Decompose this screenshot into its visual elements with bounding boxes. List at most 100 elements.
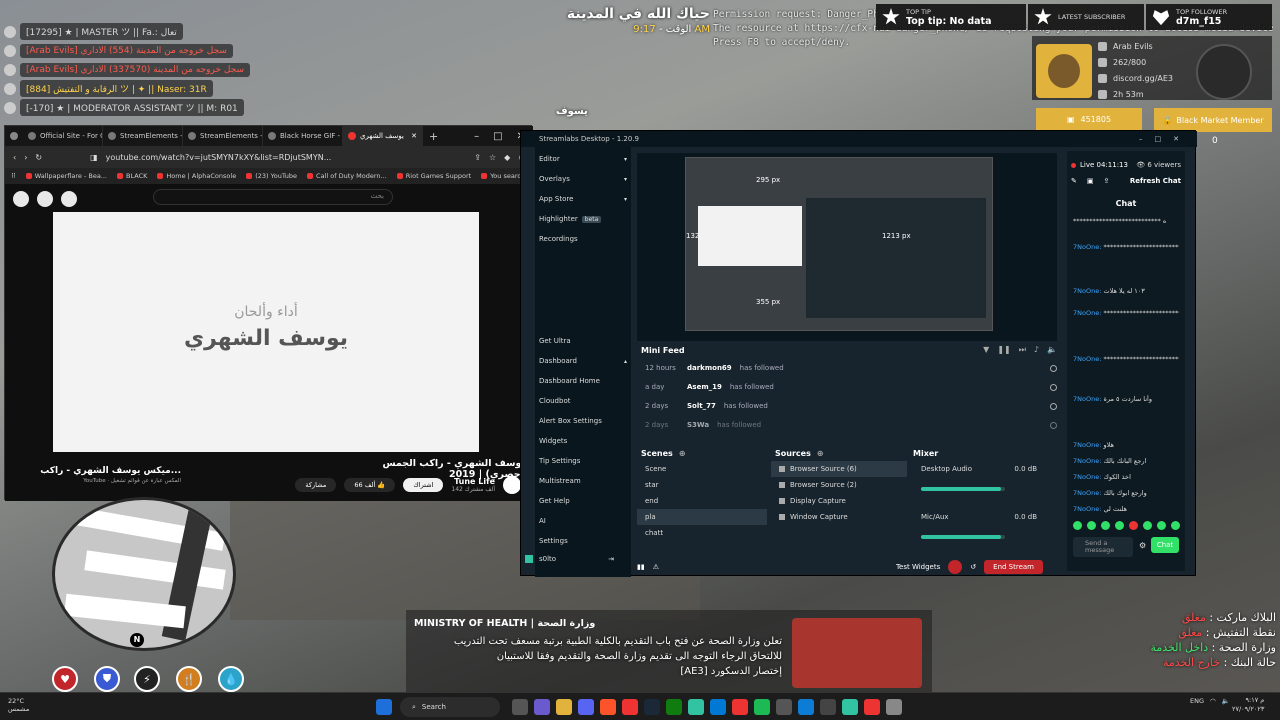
youtube-search-input[interactable]: بحث: [153, 189, 393, 205]
xbox-icon[interactable]: [666, 699, 682, 715]
nav-highlighter[interactable]: Highlighter beta: [539, 215, 627, 223]
emote-icon[interactable]: [1157, 521, 1166, 530]
add-scene-icon[interactable]: ⊕: [679, 449, 686, 458]
pause-icon[interactable]: ❚❚: [997, 345, 1010, 355]
file-explorer-icon[interactable]: [556, 699, 572, 715]
bookmark-item[interactable]: Wallpaperflare - Bea...: [25, 172, 107, 180]
source-item[interactable]: Window Capture: [771, 509, 907, 525]
new-tab-button[interactable]: +: [423, 130, 444, 143]
volume-icon[interactable]: 🔈: [1047, 345, 1057, 355]
emote-icon[interactable]: [1171, 521, 1180, 530]
add-source-icon[interactable]: ⊕: [817, 449, 824, 458]
emote-icon[interactable]: [1087, 521, 1096, 530]
nav-widgets[interactable]: Widgets: [539, 437, 627, 445]
nav-tip-settings[interactable]: Tip Settings: [539, 457, 627, 465]
emote-icon[interactable]: [1115, 521, 1124, 530]
source-item[interactable]: Display Capture: [771, 493, 907, 509]
app-icon[interactable]: [864, 699, 880, 715]
wifi-icon[interactable]: ◠: [1210, 697, 1216, 705]
minimize-icon[interactable]: –: [1139, 135, 1143, 143]
alert-icon[interactable]: ⚠: [653, 563, 659, 571]
nav-settings[interactable]: Settings: [539, 537, 627, 545]
nav-get-help[interactable]: Get Help: [539, 497, 627, 505]
popout-icon[interactable]: ▣: [1087, 177, 1094, 185]
emote-icon[interactable]: [1073, 521, 1082, 530]
bookmark-item[interactable]: Call of Duty Modern...: [307, 172, 387, 180]
start-icon[interactable]: [376, 699, 392, 715]
logout-icon[interactable]: ⇥: [608, 555, 614, 563]
back-icon[interactable]: ‹: [13, 153, 16, 162]
subscribe-button[interactable]: اشتراك: [403, 478, 444, 492]
streamlabs-icon[interactable]: [842, 699, 858, 715]
chat-send-button[interactable]: Chat: [1151, 537, 1179, 553]
tab-menu-icon[interactable]: [5, 132, 23, 140]
taskbar-search[interactable]: ⌕ Search: [400, 697, 500, 717]
volume-slider[interactable]: [921, 535, 1005, 539]
scene-item[interactable]: star: [637, 477, 767, 493]
share-icon[interactable]: ⇪: [1104, 177, 1110, 185]
app-icon[interactable]: [688, 699, 704, 715]
replay-buffer-icon[interactable]: ↺: [970, 563, 976, 571]
display-capture-preview[interactable]: [806, 198, 986, 318]
forward-icon[interactable]: ›: [24, 153, 27, 162]
maximize-icon[interactable]: □: [493, 131, 502, 142]
steam-icon[interactable]: [644, 699, 660, 715]
preview-canvas[interactable]: 295 px 132 1213 px 355 px: [685, 157, 993, 331]
url-bar[interactable]: youtube.com/watch?v=jutSMYN7kXY&list=RDj…: [106, 153, 467, 162]
spotify-icon[interactable]: [754, 699, 770, 715]
skip-icon[interactable]: ⏭: [1019, 345, 1026, 355]
app-icon[interactable]: [534, 699, 550, 715]
nav-editor[interactable]: Editor ▾: [539, 155, 627, 163]
app-icon[interactable]: [732, 699, 748, 715]
browser-tab-active[interactable]: يوسف الشهري ✕: [343, 126, 423, 146]
star-icon[interactable]: ☆: [489, 153, 496, 162]
test-widgets-button[interactable]: Test Widgets: [896, 563, 940, 571]
side-video-item[interactable]: ميكس يوسف الشهري - راكب... YouTube · الم…: [11, 466, 181, 484]
clock[interactable]: م ٩:١٧ ٢٧/٠٩/٢٠٢٣: [1232, 696, 1264, 714]
profile-icon[interactable]: [13, 191, 29, 207]
emote-icon[interactable]: [1143, 521, 1152, 530]
source-item[interactable]: Browser Source (2): [771, 477, 907, 493]
replay-icon[interactable]: [1050, 364, 1057, 372]
nav-app-store[interactable]: App Store ▾: [539, 195, 627, 203]
bookmark-item[interactable]: Riot Games Support: [396, 172, 471, 180]
replay-icon[interactable]: [1050, 402, 1057, 410]
bookmark-icon[interactable]: ◨: [90, 153, 98, 162]
streamlabs-user[interactable]: s0lto ⇥: [525, 555, 614, 563]
app-icon[interactable]: [622, 699, 638, 715]
share-icon[interactable]: ⇪: [474, 153, 481, 162]
browser-tab[interactable]: StreamElements - En: [183, 126, 263, 146]
app-icon[interactable]: [820, 699, 836, 715]
record-icon[interactable]: [948, 560, 963, 574]
nav-alert-box-settings[interactable]: Alert Box Settings: [539, 417, 627, 425]
end-stream-button[interactable]: End Stream: [984, 560, 1043, 574]
browser-source-preview[interactable]: [698, 206, 802, 266]
bookmark-item[interactable]: (23) YouTube: [246, 172, 297, 180]
weather-widget[interactable]: 22°C مشمس: [8, 697, 29, 713]
scene-item[interactable]: chatt: [637, 525, 767, 541]
scene-item-selected[interactable]: pla: [637, 509, 767, 525]
minimize-icon[interactable]: –: [474, 131, 479, 142]
extensions-icon[interactable]: ◆: [504, 153, 510, 162]
create-icon[interactable]: [61, 191, 77, 207]
reload-icon[interactable]: ↻: [35, 153, 42, 162]
notifications-icon[interactable]: [37, 191, 53, 207]
browser-tab[interactable]: StreamElements - En: [103, 126, 183, 146]
scene-item[interactable]: end: [637, 493, 767, 509]
edit-icon[interactable]: ✎: [1071, 177, 1077, 185]
nav-dashboard[interactable]: Dashboard ▴: [539, 357, 627, 365]
browser-tab[interactable]: Black Horse GIF - Fin: [263, 126, 343, 146]
app-icon[interactable]: [886, 699, 902, 715]
scene-item[interactable]: Scene: [637, 461, 767, 477]
emote-icon[interactable]: [1101, 521, 1110, 530]
replay-icon[interactable]: [1050, 383, 1057, 391]
replay-icon[interactable]: [1050, 421, 1057, 429]
emote-icon[interactable]: [1129, 521, 1138, 530]
browser-window[interactable]: Official Site - For Glo StreamElements -…: [4, 125, 533, 501]
app-icon[interactable]: [710, 699, 726, 715]
nav-multistream[interactable]: Multistream: [539, 477, 627, 485]
nav-recordings[interactable]: Recordings: [539, 235, 627, 243]
source-item[interactable]: Browser Source (6): [771, 461, 907, 477]
mute-icon[interactable]: ♪: [1034, 345, 1039, 355]
close-tab-icon[interactable]: ✕: [411, 132, 417, 140]
